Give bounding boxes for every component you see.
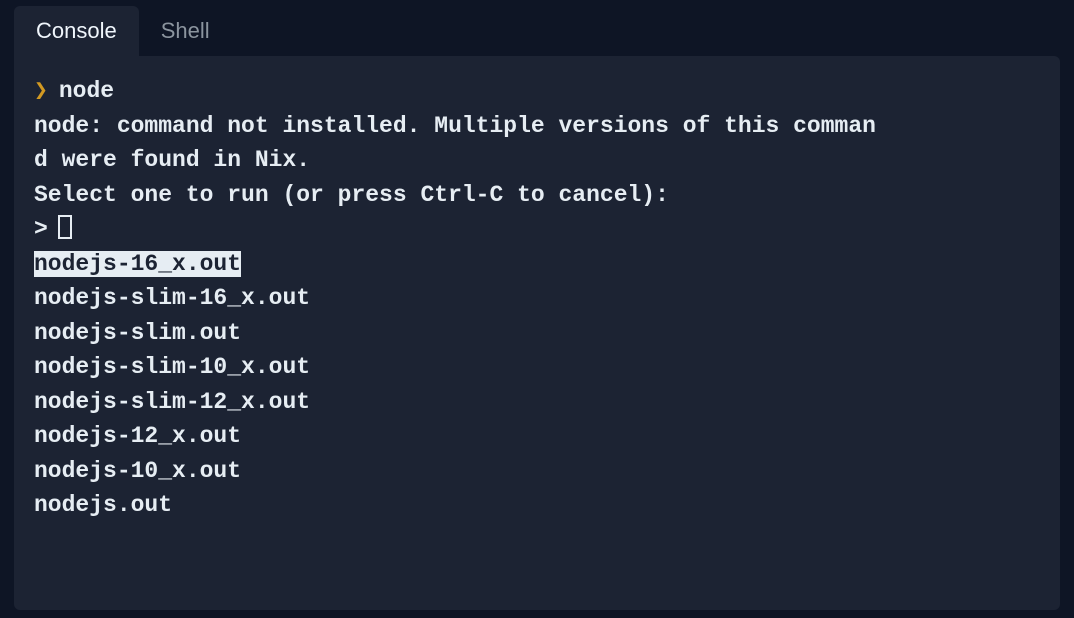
list-item[interactable]: nodejs-slim-16_x.out [34, 285, 310, 311]
list-item[interactable]: nodejs-10_x.out [34, 458, 241, 484]
selector-input-line: > [34, 212, 1040, 247]
tab-console[interactable]: Console [14, 6, 139, 56]
error-message-line1: node: command not installed. Multiple ve… [34, 109, 1040, 144]
list-item[interactable]: nodejs-12_x.out [34, 423, 241, 449]
error-message-line2: d were found in Nix. [34, 143, 1040, 178]
terminal-output[interactable]: ❯ node node: command not installed. Mult… [14, 56, 1060, 610]
cursor-icon [58, 215, 72, 239]
tab-shell[interactable]: Shell [139, 6, 232, 56]
selector-caret-icon: > [34, 212, 48, 247]
list-item[interactable]: nodejs.out [34, 492, 172, 518]
prompt-symbol-icon: ❯ [34, 74, 45, 109]
list-item[interactable]: nodejs-16_x.out [34, 251, 241, 277]
list-item[interactable]: nodejs-slim-12_x.out [34, 389, 310, 415]
command-text: node [59, 74, 114, 109]
tab-bar: Console Shell [0, 0, 1074, 56]
list-item[interactable]: nodejs-slim.out [34, 320, 241, 346]
option-list: nodejs-16_x.out nodejs-slim-16_x.out nod… [34, 247, 1040, 523]
list-item[interactable]: nodejs-slim-10_x.out [34, 354, 310, 380]
prompt-line: ❯ node [34, 74, 1040, 109]
instruction-text: Select one to run (or press Ctrl-C to ca… [34, 178, 1040, 213]
